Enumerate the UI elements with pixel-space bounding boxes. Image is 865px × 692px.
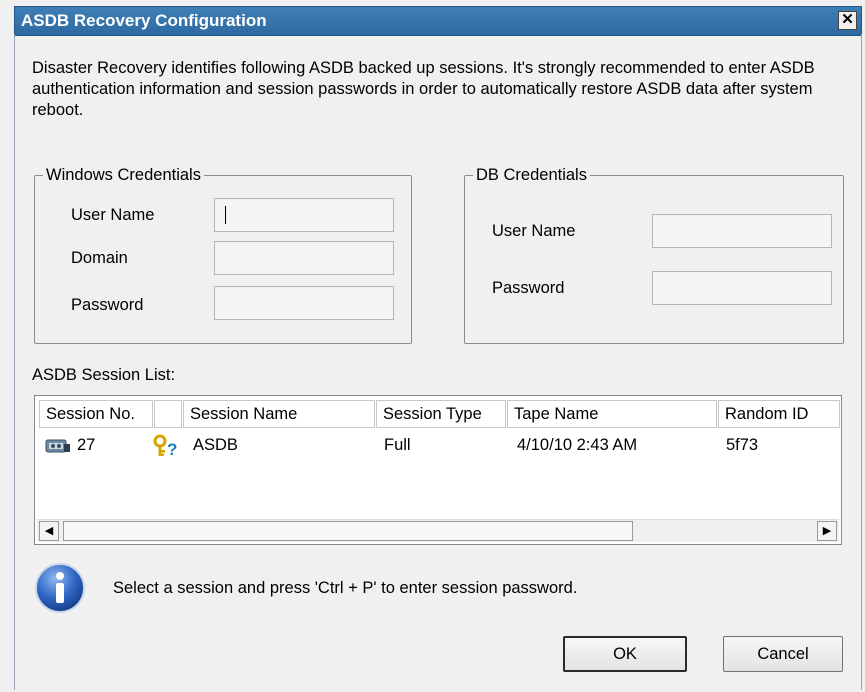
tape-icon — [45, 439, 70, 453]
column-header-session-type[interactable]: Session Type — [376, 400, 506, 428]
key-question-icon: ? — [153, 434, 177, 458]
horizontal-scrollbar[interactable]: ◀ ▶ — [37, 519, 839, 542]
column-header-session-no[interactable]: Session No. — [39, 400, 153, 428]
close-icon: ✕ — [841, 11, 854, 28]
column-header-random-id[interactable]: Random ID — [718, 400, 840, 428]
scrollbar-thumb[interactable] — [63, 521, 633, 541]
title-bar: ASDB Recovery Configuration ✕ — [14, 6, 862, 36]
db-user-name-field[interactable] — [652, 214, 832, 248]
cancel-button[interactable]: Cancel — [723, 636, 843, 672]
scroll-right-icon: ▶ — [822, 525, 832, 537]
db-credentials-group: DB Credentials — [464, 166, 844, 344]
win-domain-field[interactable] — [214, 241, 394, 275]
ok-button[interactable]: OK — [563, 636, 687, 672]
scroll-left-icon: ◀ — [44, 525, 54, 537]
svg-text:?: ? — [167, 440, 177, 458]
session-list-label: ASDB Session List: — [32, 366, 176, 384]
session-list[interactable]: Session No. Session Name Session Type Ta… — [34, 395, 842, 545]
windows-credentials-legend: Windows Credentials — [46, 166, 201, 184]
intro-text: Disaster Recovery identifies following A… — [32, 59, 815, 119]
win-domain-label: Domain — [71, 249, 128, 267]
session-no-cell: 27 — [77, 436, 96, 454]
window-title: ASDB Recovery Configuration — [21, 11, 267, 30]
db-password-label: Password — [492, 279, 565, 297]
info-message: Select a session and press 'Ctrl + P' to… — [113, 579, 578, 597]
column-header-session-name[interactable]: Session Name — [183, 400, 375, 428]
win-user-name-field[interactable] — [214, 198, 394, 232]
session-type-cell: Full — [384, 436, 411, 454]
win-password-label: Password — [71, 296, 144, 314]
win-password-field[interactable] — [214, 286, 394, 320]
scroll-left-button[interactable]: ◀ — [39, 521, 59, 541]
scroll-right-button[interactable]: ▶ — [817, 521, 837, 541]
db-credentials-legend: DB Credentials — [476, 166, 587, 184]
info-icon — [35, 563, 85, 613]
win-user-name-label: User Name — [71, 206, 155, 224]
close-button[interactable]: ✕ — [838, 11, 857, 30]
random-id-cell: 5f73 — [726, 436, 759, 454]
tape-name-cell: 4/10/10 2:43 AM — [517, 436, 638, 454]
db-user-name-label: User Name — [492, 222, 576, 240]
text-caret — [225, 206, 226, 224]
db-password-field[interactable] — [652, 271, 832, 305]
session-name-cell: ASDB — [193, 436, 238, 454]
column-header-key[interactable] — [154, 400, 182, 428]
column-header-tape-name[interactable]: Tape Name — [507, 400, 717, 428]
